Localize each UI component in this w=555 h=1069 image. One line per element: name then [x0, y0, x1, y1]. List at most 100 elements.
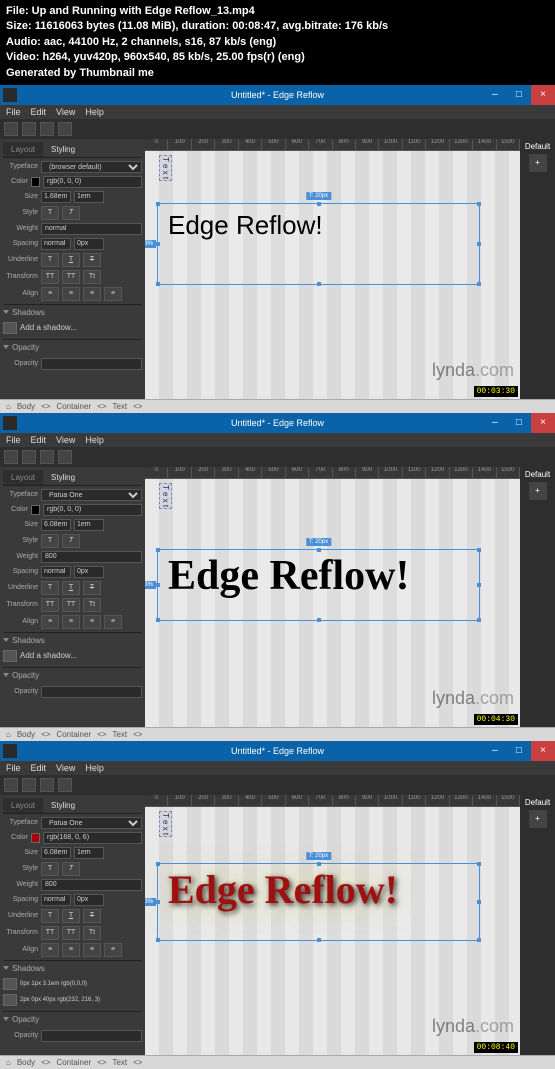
- close-button[interactable]: ×: [531, 413, 555, 433]
- typeface-select[interactable]: Patua One: [41, 489, 142, 501]
- style-normal[interactable]: T: [41, 862, 59, 876]
- transform-cap[interactable]: Tt: [83, 598, 101, 612]
- align-center[interactable]: ≡: [62, 615, 80, 629]
- handle[interactable]: [477, 202, 481, 206]
- tab-layout[interactable]: Layout: [3, 142, 43, 157]
- spacing-unit[interactable]: [74, 894, 104, 906]
- canvas-text[interactable]: Edge Reflow!: [158, 550, 479, 602]
- align-center[interactable]: ≡: [62, 943, 80, 957]
- align-left[interactable]: ≡: [41, 943, 59, 957]
- opacity-header[interactable]: Opacity: [12, 343, 39, 352]
- crumb-body[interactable]: Body: [17, 402, 35, 411]
- handle[interactable]: [317, 938, 321, 942]
- image-tool[interactable]: [58, 122, 72, 136]
- add-breakpoint-button[interactable]: +: [529, 810, 547, 828]
- opacity-input[interactable]: [41, 686, 142, 698]
- box-tool[interactable]: [22, 122, 36, 136]
- handle[interactable]: [317, 548, 321, 552]
- underline-none[interactable]: T: [41, 253, 59, 267]
- crumb-body[interactable]: Body: [17, 1058, 35, 1067]
- crumb-text[interactable]: Text: [112, 1058, 127, 1067]
- crumb-body[interactable]: Body: [17, 730, 35, 739]
- text-tool[interactable]: [40, 450, 54, 464]
- menu-file[interactable]: File: [6, 107, 21, 117]
- color-swatch[interactable]: [31, 833, 40, 843]
- color-input[interactable]: [43, 832, 142, 844]
- box-tool[interactable]: [22, 778, 36, 792]
- color-input[interactable]: [43, 176, 142, 188]
- shadow-entry[interactable]: 0px 1px 3.1em rgb(0,0,0): [3, 976, 142, 992]
- add-shadow[interactable]: Add a shadow...: [3, 648, 142, 664]
- underline-on[interactable]: T: [62, 253, 80, 267]
- menu-view[interactable]: View: [56, 435, 75, 445]
- opacity-input[interactable]: [41, 358, 142, 370]
- align-justify[interactable]: ≡: [104, 615, 122, 629]
- crumb-container[interactable]: Container: [56, 730, 91, 739]
- handle[interactable]: [477, 282, 481, 286]
- opacity-header[interactable]: Opacity: [12, 1015, 39, 1024]
- underline-strike[interactable]: T: [83, 581, 101, 595]
- add-breakpoint-button[interactable]: +: [529, 154, 547, 172]
- menu-file[interactable]: File: [6, 435, 21, 445]
- weight-input[interactable]: [41, 223, 142, 235]
- align-right[interactable]: ≡: [83, 615, 101, 629]
- tab-styling[interactable]: Styling: [43, 470, 83, 485]
- style-normal[interactable]: T: [41, 534, 59, 548]
- minimize-button[interactable]: –: [483, 413, 507, 433]
- canvas-text[interactable]: Edge Reflow!: [158, 204, 479, 247]
- align-right[interactable]: ≡: [83, 287, 101, 301]
- menu-edit[interactable]: Edit: [31, 763, 47, 773]
- handle[interactable]: [317, 862, 321, 866]
- handle[interactable]: [477, 548, 481, 552]
- handle[interactable]: [477, 938, 481, 942]
- crumb-container[interactable]: Container: [56, 402, 91, 411]
- maximize-button[interactable]: □: [507, 741, 531, 761]
- home-icon[interactable]: ⌂: [6, 730, 11, 739]
- add-shadow[interactable]: Add a shadow...: [3, 320, 142, 336]
- size-unit-input[interactable]: [74, 847, 104, 859]
- spacing-unit[interactable]: [74, 566, 104, 578]
- crumb-text[interactable]: Text: [112, 402, 127, 411]
- underline-strike[interactable]: T: [83, 253, 101, 267]
- maximize-button[interactable]: □: [507, 85, 531, 105]
- weight-input[interactable]: [41, 551, 142, 563]
- select-tool[interactable]: [4, 450, 18, 464]
- align-center[interactable]: ≡: [62, 287, 80, 301]
- size-input[interactable]: [41, 191, 71, 203]
- menu-help[interactable]: Help: [85, 435, 104, 445]
- menu-help[interactable]: Help: [85, 763, 104, 773]
- transform-none[interactable]: TT: [41, 598, 59, 612]
- menu-help[interactable]: Help: [85, 107, 104, 117]
- handle[interactable]: [156, 618, 160, 622]
- handle[interactable]: [477, 862, 481, 866]
- canvas-text[interactable]: Edge Reflow!: [158, 864, 479, 915]
- text-box[interactable]: T: 20px Y: 9.63% Edge Reflow!: [157, 203, 480, 285]
- size-unit-input[interactable]: [74, 519, 104, 531]
- text-tool[interactable]: [40, 778, 54, 792]
- handle[interactable]: [156, 282, 160, 286]
- size-unit-input[interactable]: [74, 191, 104, 203]
- size-input[interactable]: [41, 519, 71, 531]
- handle[interactable]: [156, 900, 160, 904]
- underline-none[interactable]: T: [41, 581, 59, 595]
- tab-layout[interactable]: Layout: [3, 470, 43, 485]
- menu-view[interactable]: View: [56, 763, 75, 773]
- maximize-button[interactable]: □: [507, 413, 531, 433]
- style-italic[interactable]: T: [62, 206, 80, 220]
- align-left[interactable]: ≡: [41, 615, 59, 629]
- box-tool[interactable]: [22, 450, 36, 464]
- minimize-button[interactable]: –: [483, 85, 507, 105]
- handle[interactable]: [477, 583, 481, 587]
- opacity-input[interactable]: [41, 1030, 142, 1042]
- shadows-header[interactable]: Shadows: [12, 636, 45, 645]
- spacing-unit[interactable]: [74, 238, 104, 250]
- handle[interactable]: [477, 618, 481, 622]
- menu-edit[interactable]: Edit: [31, 107, 47, 117]
- style-normal[interactable]: T: [41, 206, 59, 220]
- opacity-header[interactable]: Opacity: [12, 671, 39, 680]
- minimize-button[interactable]: –: [483, 741, 507, 761]
- spacing-input[interactable]: [41, 566, 71, 578]
- crumb-text[interactable]: Text: [112, 730, 127, 739]
- color-input[interactable]: [43, 504, 142, 516]
- tab-styling[interactable]: Styling: [43, 798, 83, 813]
